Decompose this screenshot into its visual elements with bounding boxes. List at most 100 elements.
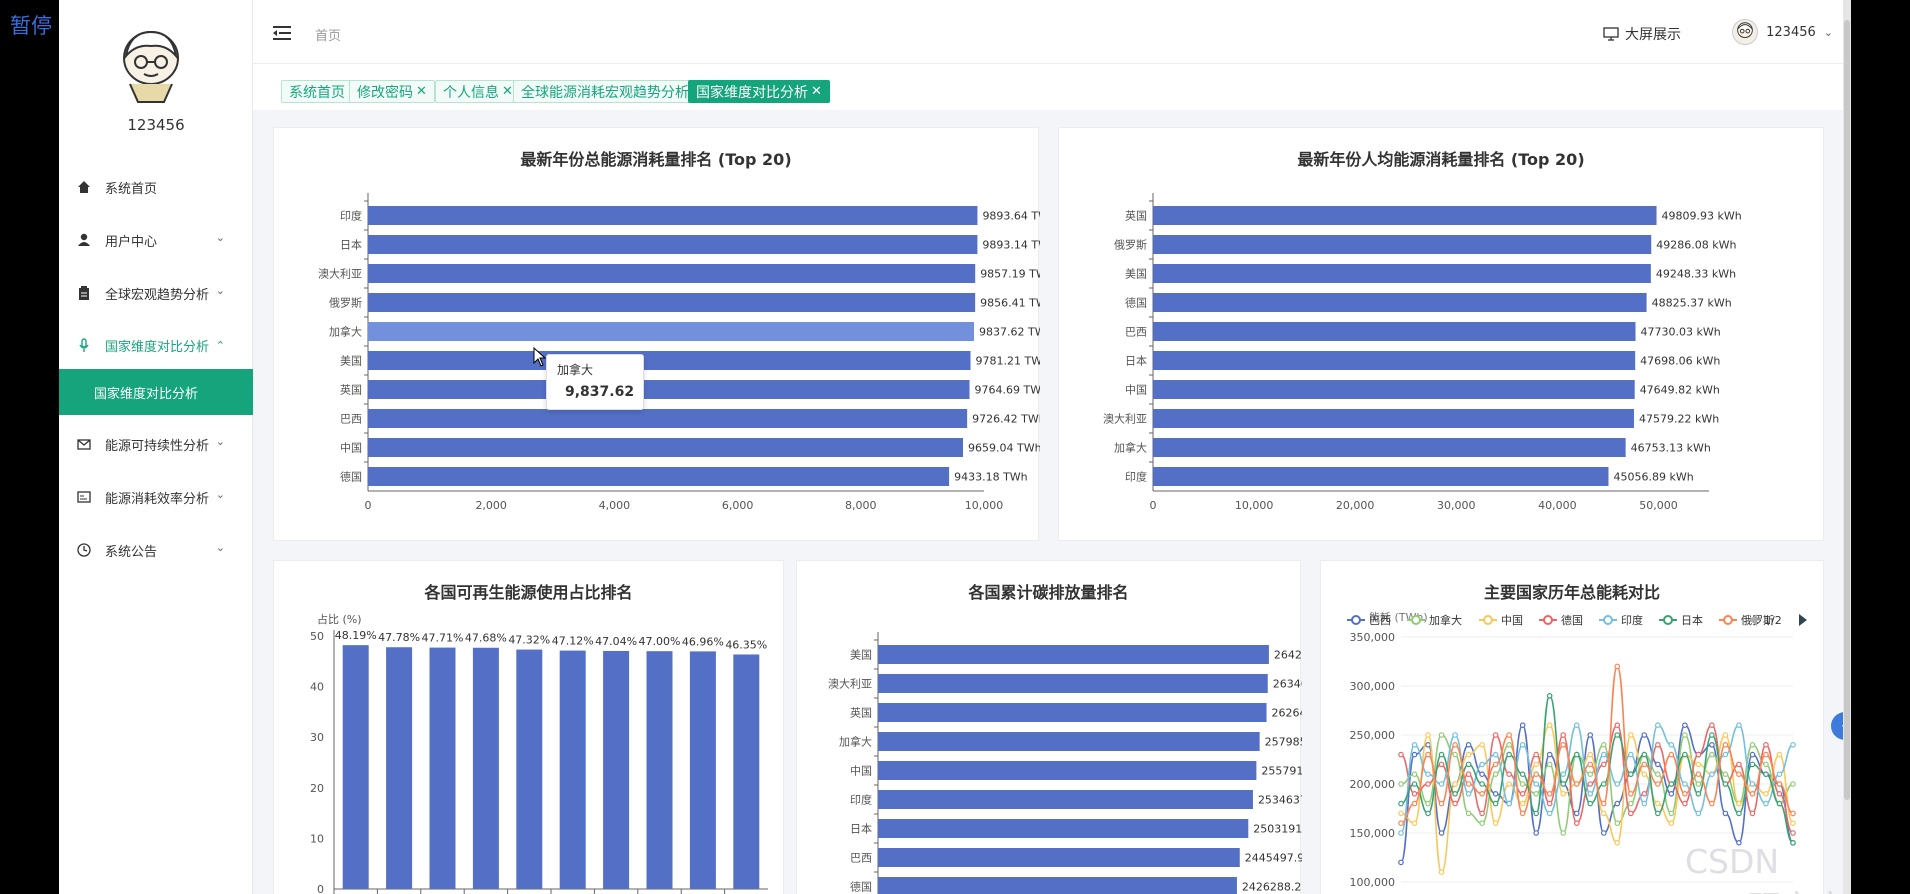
category-label: 澳大利亚 xyxy=(1103,412,1147,426)
data-point xyxy=(1519,810,1526,817)
data-point xyxy=(1668,820,1675,827)
sidebar-item-sustainability[interactable]: 能源可持续性分析 ⌄ xyxy=(59,421,253,467)
cursor-icon xyxy=(533,347,547,367)
data-point xyxy=(1506,751,1512,758)
data-point xyxy=(1627,771,1634,778)
legend-swatch-dot xyxy=(1723,615,1733,625)
sidebar-item-announcement[interactable]: 系统公告 ⌄ xyxy=(59,527,253,573)
data-point xyxy=(1722,751,1729,758)
legend-label: 巴西 xyxy=(1369,614,1391,627)
data-point xyxy=(1492,791,1499,797)
data-point xyxy=(1533,791,1539,797)
data-point xyxy=(1465,810,1472,817)
fullscreen-display-button[interactable]: 大屏展示 xyxy=(1603,24,1681,44)
scrollbar[interactable] xyxy=(1843,0,1851,894)
data-point xyxy=(1546,751,1553,758)
data-point xyxy=(1438,751,1445,758)
data-point xyxy=(1438,800,1445,807)
x-tick-label: 0 xyxy=(365,499,372,512)
legend-swatch-dot xyxy=(1483,615,1493,625)
data-point xyxy=(1668,810,1675,817)
data-point xyxy=(1479,761,1485,768)
data-point xyxy=(1790,820,1796,827)
bar xyxy=(646,651,673,889)
data-point xyxy=(1438,781,1445,787)
chart-card-renewable: 各国可再生能源使用占比排名 占比 (%) 0 10 20 30 40 50 48.19% 47.… xyxy=(273,560,784,894)
data-point xyxy=(1600,781,1607,787)
x-tick-label: 4,000 xyxy=(599,499,631,512)
data-point xyxy=(1736,800,1742,807)
close-icon[interactable]: ✕ xyxy=(811,84,822,99)
per-capita-bar-chart[interactable]: 英国 49809.93 kWh 俄罗斯 49286.08 kWh 美国 49248.33 … xyxy=(1059,128,1825,542)
app-window: 123456 系统首页 用户中心 ⌄ 全球宏观趋势分析 ⌄ 国家维度对比分析 ⌃… xyxy=(59,0,1851,894)
data-point xyxy=(1411,781,1418,787)
x-tick-label: 2,000 xyxy=(475,499,507,512)
bar xyxy=(603,650,630,889)
chevron-down-icon: ⌄ xyxy=(215,284,225,297)
data-point xyxy=(1560,791,1567,797)
tab-global-trend[interactable]: 全球能源消耗宏观趋势分析✕ xyxy=(513,80,711,103)
data-label: 2503191.37 百万吨 xyxy=(1253,823,1302,836)
tab-profile[interactable]: 个人信息 ✕ xyxy=(435,80,521,103)
user-icon xyxy=(78,233,90,246)
bar xyxy=(1153,322,1636,341)
legend-label: 加拿大 xyxy=(1429,613,1462,627)
data-label: 9764.69 TWh xyxy=(975,384,1040,397)
legend-page-indicator: 1/2 xyxy=(1764,614,1782,627)
bar xyxy=(878,848,1240,867)
category-label: 俄罗斯 xyxy=(1114,239,1147,252)
bar xyxy=(1153,409,1634,428)
bar xyxy=(1153,467,1609,486)
sidebar-item-label: 系统首页 xyxy=(105,181,158,197)
user-dropdown[interactable]: 123456 ⌄ xyxy=(1732,19,1833,45)
tab-country-compare[interactable]: 国家维度对比分析 ✕ xyxy=(688,80,830,103)
pause-label[interactable]: 暂停 xyxy=(10,10,52,40)
menu-toggle-icon[interactable] xyxy=(273,26,291,40)
total-energy-bar-chart[interactable]: 印度 9893.64 TWh 日本 9893.14 TWh 澳大利亚 9857.19 TW… xyxy=(274,128,1040,542)
avatar[interactable] xyxy=(116,28,186,104)
data-point xyxy=(1587,800,1594,807)
sidebar-item-user-center[interactable]: 用户中心 ⌄ xyxy=(59,217,253,263)
y-tick-label: 40 xyxy=(310,681,324,694)
sidebar-item-country-compare[interactable]: 国家维度对比分析 ⌃ xyxy=(59,322,253,368)
scrollbar-thumb[interactable] xyxy=(1844,20,1850,800)
data-point xyxy=(1398,751,1404,758)
carbon-bar-chart[interactable]: 美国 2642486.26 百万吨澳大利亚 2634618.86 百万吨英国 2626… xyxy=(797,561,1302,894)
y-tick-label: 250,000 xyxy=(1350,729,1396,742)
close-icon[interactable]: ✕ xyxy=(416,84,427,99)
sidebar-item-efficiency[interactable]: 能源消耗效率分析 ⌄ xyxy=(59,474,253,520)
data-point xyxy=(1438,761,1445,768)
data-point xyxy=(1668,781,1675,787)
category-label: 日本 xyxy=(340,238,362,252)
data-point xyxy=(1749,810,1756,817)
sidebar-item-home[interactable]: 系统首页 xyxy=(59,164,253,210)
renewable-bar-chart[interactable]: 占比 (%) 0 10 20 30 40 50 48.19% 47.78% 47.71% 47.68… xyxy=(274,561,785,894)
data-point xyxy=(1641,732,1648,738)
data-label: 47.71% xyxy=(422,632,464,645)
data-point xyxy=(1465,791,1472,797)
close-icon[interactable]: ✕ xyxy=(502,84,513,99)
data-point xyxy=(1763,742,1769,748)
x-tick-label: 10,000 xyxy=(1235,499,1274,512)
sidebar-item-global-trend[interactable]: 全球宏观趋势分析 ⌄ xyxy=(59,270,253,316)
data-point xyxy=(1763,800,1769,807)
bar xyxy=(368,264,976,283)
data-point xyxy=(1425,810,1431,817)
bar xyxy=(368,380,970,399)
sidebar-subitem-country-compare[interactable]: 国家维度对比分析 xyxy=(59,369,253,415)
bar xyxy=(1153,264,1651,283)
data-label: 46.96% xyxy=(682,635,724,648)
breadcrumb[interactable]: 首页 xyxy=(315,25,341,44)
sidebar-item-label: 能源消耗效率分析 xyxy=(105,491,210,507)
data-point xyxy=(1776,751,1783,758)
y-tick-label: 30 xyxy=(310,731,324,744)
tooltip-value: 9,837.62 xyxy=(565,384,635,400)
category-label: 中国 xyxy=(340,442,362,455)
data-point xyxy=(1573,810,1580,817)
tab-change-password[interactable]: 修改密码 ✕ xyxy=(349,80,435,103)
tab-home[interactable]: 系统首页 xyxy=(281,80,353,103)
data-point xyxy=(1614,839,1621,846)
data-point xyxy=(1425,800,1431,807)
data-point xyxy=(1546,693,1553,699)
y-tick-label: 50 xyxy=(310,630,324,643)
